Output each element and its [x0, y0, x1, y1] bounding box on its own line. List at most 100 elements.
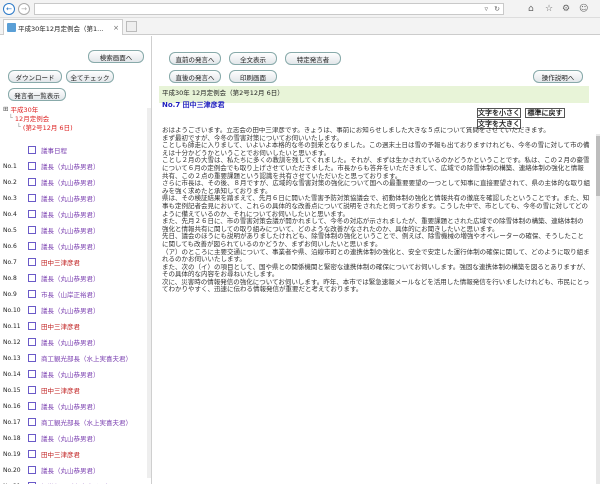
item-label[interactable]: 田中三津彦君	[41, 257, 80, 267]
item-label[interactable]: 議事日程	[41, 145, 67, 155]
close-icon[interactable]: ×	[113, 24, 119, 32]
list-item[interactable]: No.19 田中三津彦君	[0, 446, 150, 462]
item-label[interactable]: 商工観光部長（水上実喜夫君）	[41, 417, 132, 427]
item-label[interactable]: 議長（丸山恭男君）	[41, 241, 100, 251]
right-scrollbar-thumb[interactable]	[596, 136, 600, 196]
list-item[interactable]: No.15 田中三津彦君	[0, 382, 150, 398]
list-item[interactable]: 議事日程	[0, 142, 150, 158]
checkbox-icon[interactable]	[28, 146, 36, 154]
gear-icon[interactable]: ⚙	[562, 4, 570, 14]
item-label[interactable]: 議長（丸山恭男君）	[41, 401, 100, 411]
left-panel: 検索画面へ ダウンロード 全てチェック 発言者一覧表示 ⊞ 平成30年 └ 12…	[0, 36, 152, 484]
back-arrow-icon[interactable]: ←	[3, 3, 15, 15]
list-item[interactable]: No.3 議長（丸山恭男君）	[0, 190, 150, 206]
item-label[interactable]: 議長（丸山恭男君）	[41, 305, 100, 315]
list-item[interactable]: No.20 議長（丸山恭男君）	[0, 462, 150, 478]
checkbox-icon[interactable]	[28, 338, 36, 346]
print-button[interactable]: 印刷画面	[229, 70, 277, 83]
checkbox-icon[interactable]	[28, 370, 36, 378]
checkbox-icon[interactable]	[28, 402, 36, 410]
list-item[interactable]: No.14 議長（丸山恭男君）	[0, 366, 150, 382]
prev-speech-button[interactable]: 直前の発言へ	[169, 52, 221, 65]
item-label[interactable]: 議長（丸山恭男君）	[41, 193, 100, 203]
list-item[interactable]: No.16 議長（丸山恭男君）	[0, 398, 150, 414]
home-icon[interactable]: ⌂	[528, 4, 534, 14]
list-item[interactable]: No.2 議長（丸山恭男君）	[0, 174, 150, 190]
list-item[interactable]: No.12 議長（丸山恭男君）	[0, 334, 150, 350]
browser-tab[interactable]: 平成30年12月定例会（第1... ×	[3, 19, 123, 35]
specific-speaker-button[interactable]: 特定発言者	[285, 52, 341, 65]
speaker-list-button[interactable]: 発言者一覧表示	[8, 88, 66, 101]
checkbox-icon[interactable]	[28, 274, 36, 282]
item-label[interactable]: 議長（丸山恭男君）	[41, 177, 100, 187]
smiley-icon[interactable]: ☺	[579, 4, 588, 14]
checkbox-icon[interactable]	[28, 322, 36, 330]
tree-issue[interactable]: └ (第2号12月 6日)	[3, 122, 149, 132]
list-item[interactable]: No.4 議長（丸山恭男君）	[0, 206, 150, 222]
list-item[interactable]: No.9 市長（山岸正裕君）	[0, 286, 150, 302]
checkbox-icon[interactable]	[28, 178, 36, 186]
item-label[interactable]: 議長（丸山恭男君）	[41, 465, 100, 475]
check-all-button[interactable]: 全てチェック	[66, 70, 114, 83]
page-icon	[7, 23, 16, 32]
checkbox-icon[interactable]	[28, 354, 36, 362]
search-screen-button[interactable]: 検索画面へ	[88, 50, 144, 63]
checkbox-icon[interactable]	[28, 466, 36, 474]
checkbox-icon[interactable]	[28, 162, 36, 170]
checkbox-icon[interactable]	[28, 418, 36, 426]
left-scrollbar[interactable]	[147, 108, 151, 478]
search-dropdown-icon[interactable]: ▿	[484, 5, 488, 13]
item-label[interactable]: 田中三津彦君	[41, 449, 80, 459]
item-number: No.12	[3, 338, 21, 346]
item-label[interactable]: 議長（丸山恭男君）	[41, 161, 100, 171]
checkbox-icon[interactable]	[28, 434, 36, 442]
checkbox-icon[interactable]	[28, 306, 36, 314]
item-label[interactable]: 議長（丸山恭男君）	[41, 433, 100, 443]
reload-icon[interactable]: ↻	[494, 5, 500, 13]
next-speech-button[interactable]: 直後の発言へ	[169, 70, 221, 83]
text-reset-button[interactable]: 標準に戻す	[525, 108, 565, 118]
help-button[interactable]: 操作説明へ	[533, 70, 583, 83]
checkbox-icon[interactable]	[28, 258, 36, 266]
checkbox-icon[interactable]	[28, 386, 36, 394]
item-label[interactable]: 商工観光部長（水上実喜夫君）	[41, 353, 132, 363]
item-number: No.19	[3, 450, 21, 458]
forward-arrow-icon[interactable]: →	[18, 3, 30, 15]
item-label[interactable]: 田中三津彦君	[41, 385, 80, 395]
new-tab-button[interactable]	[126, 21, 137, 32]
item-number: No.17	[3, 418, 21, 426]
checkbox-icon[interactable]	[28, 226, 36, 234]
item-label[interactable]: 田中三津彦君	[41, 321, 80, 331]
text-smaller-button[interactable]: 文字を小さく	[477, 108, 521, 118]
list-item[interactable]: No.7 田中三津彦君	[0, 254, 150, 270]
checkbox-icon[interactable]	[28, 450, 36, 458]
item-number: No.1	[3, 162, 17, 170]
minus-icon[interactable]: ⊞	[3, 105, 8, 113]
item-label[interactable]: 議長（丸山恭男君）	[41, 209, 100, 219]
star-icon[interactable]: ☆	[545, 4, 553, 14]
list-item[interactable]: No.6 議長（丸山恭男君）	[0, 238, 150, 254]
list-item[interactable]: No.5 議長（丸山恭男君）	[0, 222, 150, 238]
list-item[interactable]: No.18 議長（丸山恭男君）	[0, 430, 150, 446]
item-label[interactable]: 市長（山岸正裕君）	[41, 289, 100, 299]
list-item[interactable]: No.11 田中三津彦君	[0, 318, 150, 334]
checkbox-icon[interactable]	[28, 290, 36, 298]
checkbox-icon[interactable]	[28, 242, 36, 250]
fulltext-button[interactable]: 全文表示	[229, 52, 277, 65]
checkbox-icon[interactable]	[28, 210, 36, 218]
list-item[interactable]: No.10 議長（丸山恭男君）	[0, 302, 150, 318]
checkbox-icon[interactable]	[28, 194, 36, 202]
item-label[interactable]: 議長（丸山恭男君）	[41, 369, 100, 379]
list-item[interactable]: No.1 議長（丸山恭男君）	[0, 158, 150, 174]
list-item[interactable]: No.13 商工観光部長（水上実喜夫君）	[0, 350, 150, 366]
item-number: No.10	[3, 306, 21, 314]
address-bar[interactable]: ▿ ↻	[34, 3, 504, 15]
list-item[interactable]: No.8 議長（丸山恭男君）	[0, 270, 150, 286]
list-item[interactable]: No.21経営部長（上出康弘君）	[0, 478, 150, 484]
item-label[interactable]: 議長（丸山恭男君）	[41, 225, 100, 235]
item-label[interactable]: 議長（丸山恭男君）	[41, 337, 100, 347]
download-button[interactable]: ダウンロード	[8, 70, 62, 83]
item-label[interactable]: 議長（丸山恭男君）	[41, 273, 100, 283]
tree-issue-label[interactable]: (第2号12月 6日)	[23, 122, 73, 132]
list-item[interactable]: No.17 商工観光部長（水上実喜夫君）	[0, 414, 150, 430]
